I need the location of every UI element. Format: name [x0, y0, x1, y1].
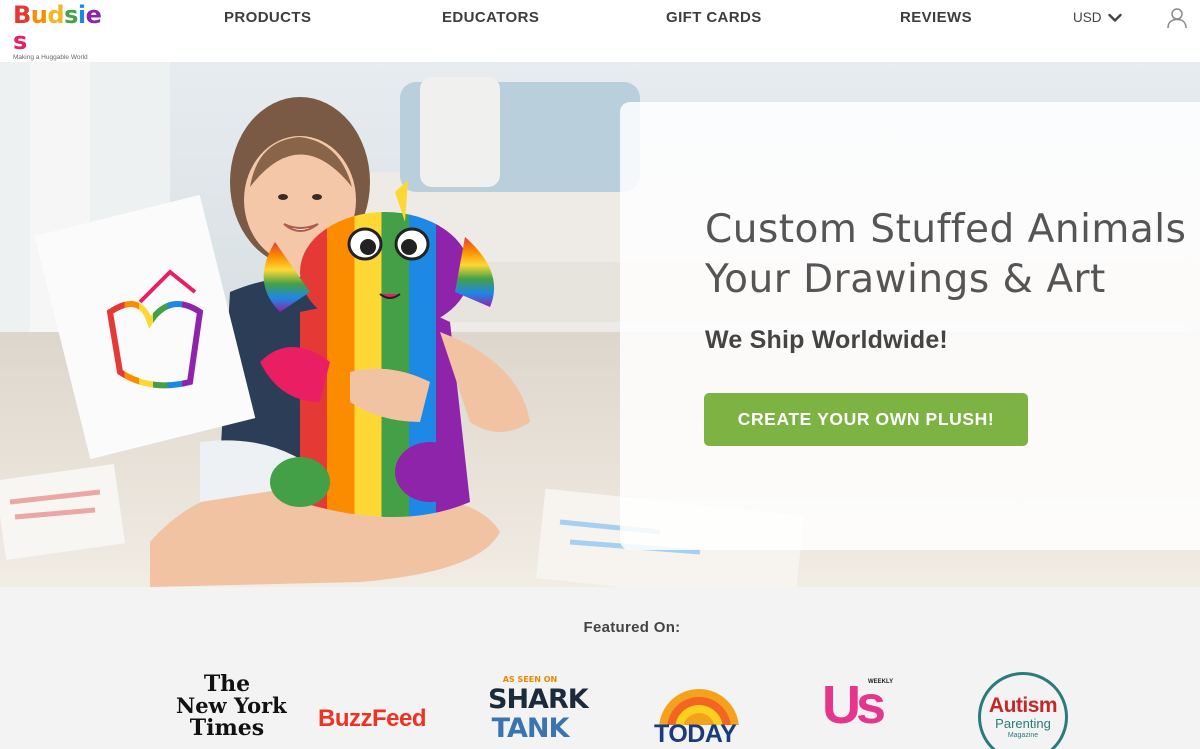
logo-letter: d: [47, 1, 65, 29]
site-header: Budsies Making a Huggable World PRODUCTS…: [0, 0, 1200, 62]
chevron-down-icon: [1107, 13, 1122, 22]
featured-on-section: Featured On: The New York Times BuzzFeed…: [0, 587, 1200, 749]
autism-line: Autism: [988, 694, 1058, 717]
press-logo-us-weekly: Us WEEKLY: [822, 675, 902, 745]
budsies-logo[interactable]: Budsies Making a Huggable World: [13, 2, 113, 61]
logo-letter: i: [77, 1, 86, 29]
logo-letter: e: [85, 1, 102, 29]
autism-line: Parenting: [995, 716, 1051, 731]
logo-tagline: Making a Huggable World: [13, 54, 88, 61]
nyt-line: The: [203, 671, 251, 697]
logo-letter: B: [13, 1, 31, 29]
logo-wordmark: Budsies: [13, 2, 113, 54]
nav-educators[interactable]: EDUCATORS: [442, 9, 539, 26]
press-logo-nyt: The New York Times: [176, 671, 287, 741]
create-plush-button[interactable]: CREATE YOUR OWN PLUSH!: [704, 393, 1028, 446]
hero-title: Custom Stuffed Animals Your Drawings & A…: [705, 205, 1186, 305]
user-icon[interactable]: [1166, 7, 1188, 29]
hero-subtitle: We Ship Worldwide!: [705, 326, 948, 354]
hero-banner: Custom Stuffed Animals Your Drawings & A…: [0, 62, 1200, 587]
featured-on-heading: Featured On:: [583, 619, 681, 636]
currency-label: USD: [1073, 10, 1102, 25]
currency-selector[interactable]: USD: [1073, 10, 1122, 25]
nav-reviews[interactable]: REVIEWS: [900, 9, 972, 26]
nav-products[interactable]: PRODUCTS: [224, 9, 311, 26]
logo-letter: s: [13, 27, 27, 55]
hero-title-line-1: Custom Stuffed Animals: [705, 207, 1187, 252]
nav-gift-cards[interactable]: GIFT CARDS: [666, 9, 762, 26]
hero-title-line-2: Your Drawings & Art: [705, 257, 1106, 302]
nyt-line: New York: [176, 693, 287, 718]
logo-letter: u: [30, 1, 48, 29]
press-logo-shark-tank: AS SEEN ON SHARK TANK: [488, 675, 589, 744]
shark-tank-line: SHARK: [488, 684, 589, 715]
logo-letter: s: [64, 1, 78, 29]
press-logo-autism-parenting: Autism Parenting Magazine: [978, 672, 1068, 749]
shark-tank-line: TANK: [491, 713, 570, 744]
nyt-line: Times: [189, 715, 265, 741]
press-logo-today-text: TODAY: [654, 720, 737, 748]
autism-line: Magazine: [1007, 732, 1039, 739]
press-logo-buzzfeed: BuzzFeed: [318, 705, 427, 732]
us-weekly-tag: WEEKLY: [868, 679, 894, 685]
